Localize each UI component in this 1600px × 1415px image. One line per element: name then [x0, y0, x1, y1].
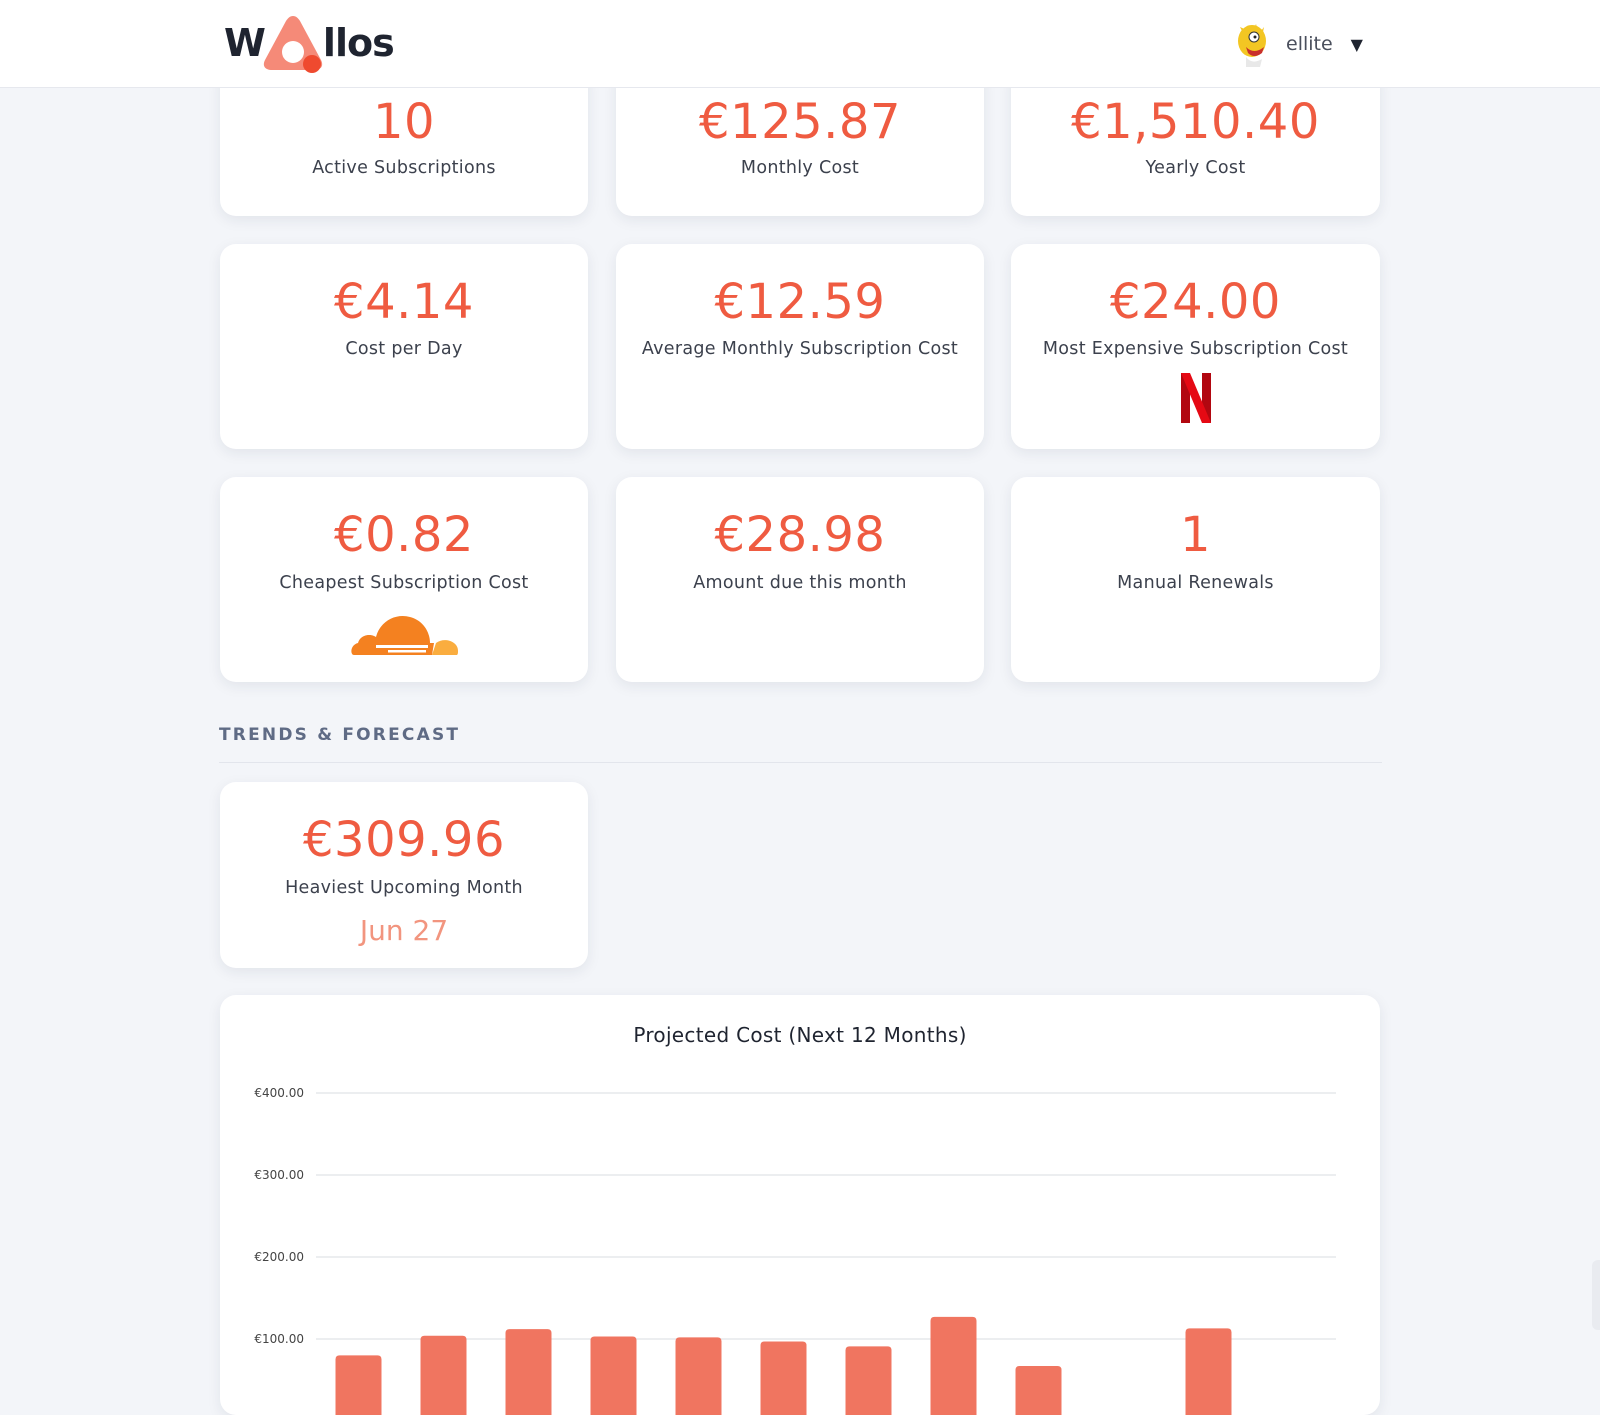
stat-card-amount-due: €28.98 Amount due this month — [616, 477, 984, 682]
logo-triangle-icon — [263, 16, 323, 73]
heaviest-month-date: Jun 27 — [359, 914, 449, 947]
chart-bar[interactable] — [675, 1337, 722, 1415]
stat-label: Active Subscriptions — [312, 158, 496, 178]
cloudflare-logo — [220, 607, 588, 659]
projected-cost-chart: €100.00 €200.00 €300.00 €400.00 — [254, 1086, 1336, 1415]
stat-label: Yearly Cost — [1145, 158, 1246, 178]
chart-bar[interactable] — [930, 1316, 977, 1415]
stat-card-heaviest-month: €309.96 Heaviest Upcoming Month Jun 27 — [220, 782, 588, 968]
stat-card-manual-renewals: 1 Manual Renewals — [1011, 477, 1380, 682]
top-bar: W llos ellite ▼ — [0, 0, 1600, 88]
stat-value: 1 — [1179, 507, 1212, 563]
stat-value: €1,510.40 — [1071, 94, 1320, 150]
stat-label: Cheapest Subscription Cost — [279, 573, 529, 593]
stat-label: Heaviest Upcoming Month — [285, 878, 523, 898]
chevron-down-icon[interactable]: ▼ — [1351, 35, 1363, 54]
y-tick-label: €300.00 — [254, 1168, 304, 1182]
section-divider — [219, 762, 1382, 763]
stat-label: Most Expensive Subscription Cost — [1042, 339, 1349, 359]
y-tick-label: €200.00 — [254, 1250, 304, 1264]
user-menu[interactable]: ellite ▼ — [1232, 18, 1363, 70]
chart-bar[interactable] — [1185, 1328, 1232, 1415]
chart-bar[interactable] — [505, 1329, 552, 1415]
chart-bar[interactable] — [335, 1355, 382, 1415]
chart-bar[interactable] — [590, 1336, 637, 1415]
chart-bar[interactable] — [420, 1335, 467, 1415]
stat-value: €125.87 — [699, 94, 901, 150]
chart-bar[interactable] — [1015, 1366, 1062, 1415]
stat-label: Manual Renewals — [1117, 573, 1274, 593]
cartoon-avatar-icon — [1238, 24, 1266, 67]
stat-label: Monthly Cost — [740, 158, 860, 178]
wallos-logo[interactable]: W llos — [224, 12, 395, 74]
stat-card-cheapest: €0.82 Cheapest Subscription Cost — [220, 477, 588, 682]
stat-value: €28.98 — [714, 507, 886, 563]
stat-card-average-monthly: €12.59 Average Monthly Subscription Cost — [616, 244, 984, 449]
chart-bar[interactable] — [845, 1346, 892, 1415]
chart-bar[interactable] — [760, 1341, 807, 1415]
logo-text-right: llos — [322, 21, 395, 65]
stat-value: €24.00 — [1110, 274, 1281, 330]
stat-label: Average Monthly Subscription Cost — [641, 339, 959, 359]
netflix-logo — [1011, 372, 1380, 424]
side-tab[interactable] — [1592, 1260, 1600, 1330]
stat-card-most-expensive: €24.00 Most Expensive Subscription Cost — [1011, 244, 1380, 449]
stat-label: Cost per Day — [345, 339, 463, 359]
stat-value: €4.14 — [334, 274, 474, 330]
y-tick-label: €100.00 — [254, 1332, 304, 1346]
stat-value: 10 — [372, 94, 436, 150]
stat-value: €12.59 — [714, 274, 886, 330]
projected-cost-chart-card: Projected Cost (Next 12 Months) €100.00 €… — [220, 995, 1380, 1415]
y-tick-label: €400.00 — [254, 1086, 304, 1100]
stat-value: €309.96 — [303, 812, 505, 868]
stat-label: Amount due this month — [693, 573, 907, 593]
username[interactable]: ellite — [1286, 33, 1333, 55]
logo-text-left: W — [224, 21, 266, 65]
avatar[interactable] — [1232, 23, 1274, 67]
stat-card-cost-per-day: €4.14 Cost per Day — [220, 244, 588, 449]
stat-value: €0.82 — [334, 507, 474, 563]
section-title-trends: TRENDS & FORECAST — [219, 725, 461, 745]
